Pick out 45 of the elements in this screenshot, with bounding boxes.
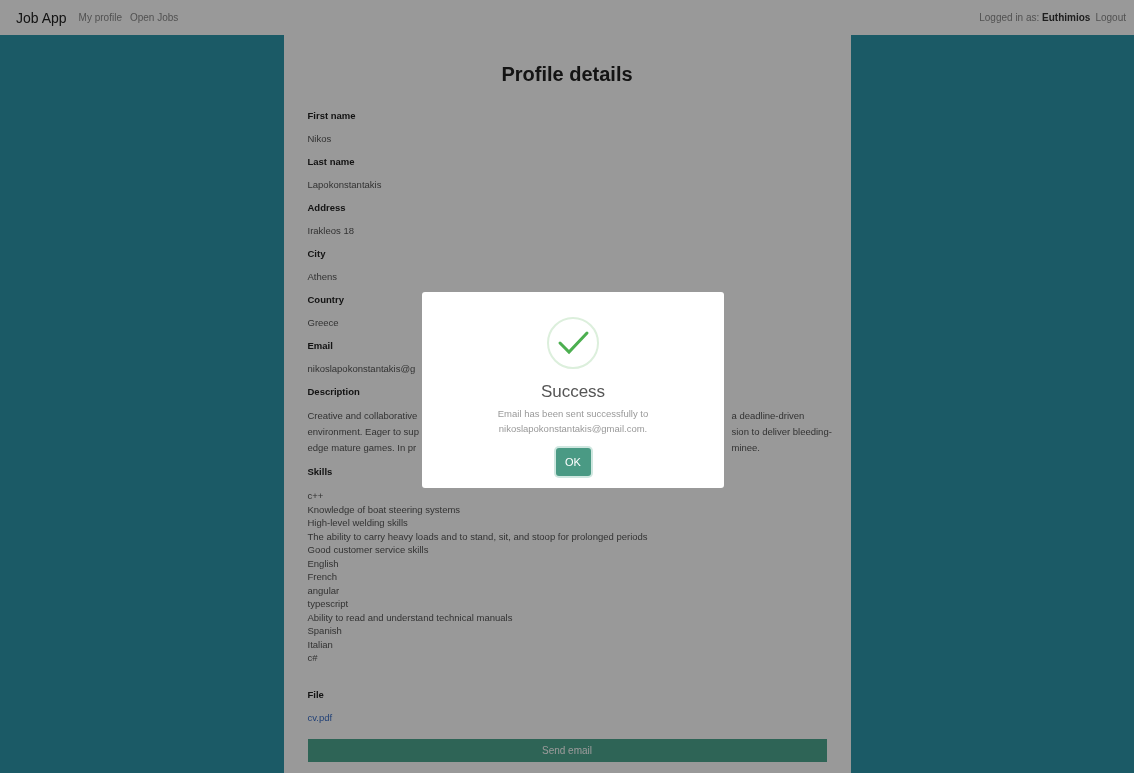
- skill-item: Italian: [307, 637, 334, 651]
- send-email-button[interactable]: Send email: [307, 738, 827, 762]
- field-value: Nikos: [307, 133, 332, 144]
- field-label: Description: [307, 386, 360, 397]
- field-label: Skills: [307, 466, 333, 477]
- skill-item: angular: [307, 583, 341, 597]
- brand-link[interactable]: Job App: [16, 9, 67, 26]
- skill-item: Knowledge of boat steering systems: [307, 502, 462, 516]
- field-label: Address: [307, 202, 346, 213]
- skill-item: Ability to read and understand technical manuals: [307, 610, 514, 624]
- field-value: Lapokonstantakis: [307, 179, 382, 190]
- field-label: Country: [307, 294, 344, 305]
- skill-item: Spanish: [307, 624, 343, 638]
- field-label: First name: [307, 110, 356, 121]
- field-value: Irakleos 18: [307, 225, 354, 236]
- nav-link[interactable]: Open Jobs: [129, 12, 179, 23]
- page-title: Profile details: [500, 63, 634, 86]
- field-label: File: [307, 688, 324, 700]
- nav-link[interactable]: My profile: [78, 12, 122, 23]
- dialog-message: Email has been sent successfully to nikoslapokonstantakis@gmail.com.: [496, 407, 650, 436]
- logout-link[interactable]: Logout: [1095, 12, 1126, 23]
- field-value: nikoslapokonstantakis@g: [307, 363, 416, 374]
- description-text: edge mature games. In pr: [307, 441, 416, 454]
- skill-item: Good customer service skills: [307, 543, 430, 557]
- field-label: Last name: [307, 156, 355, 167]
- field-label: City: [307, 248, 326, 259]
- dialog-title: Success: [540, 382, 606, 402]
- ok-button[interactable]: OK: [555, 448, 591, 476]
- field-value: Greece: [307, 317, 339, 328]
- skill-item: typescript: [307, 597, 350, 611]
- file-link[interactable]: cv.pdf: [307, 711, 333, 723]
- description-text: a deadline-driven: [731, 409, 806, 422]
- check-circle-icon: [546, 316, 600, 370]
- description-text: Creative and collaborative: [307, 409, 416, 422]
- skill-item: c++: [307, 489, 325, 503]
- field-label: Email: [307, 340, 333, 351]
- description-text: sion to deliver bleeding-: [731, 425, 832, 438]
- logged-in-status: Logged in as: Euthimios: [979, 12, 1091, 23]
- skill-item: High-level welding skills: [307, 516, 409, 530]
- skill-item: c#: [307, 651, 319, 665]
- skill-item: The ability to carry heavy loads and to stand, sit, and stoop for prolonged periods: [307, 529, 649, 543]
- skill-item: French: [307, 570, 339, 584]
- description-text: minee.: [731, 441, 761, 454]
- field-value: Athens: [307, 271, 338, 282]
- skill-item: English: [307, 556, 340, 570]
